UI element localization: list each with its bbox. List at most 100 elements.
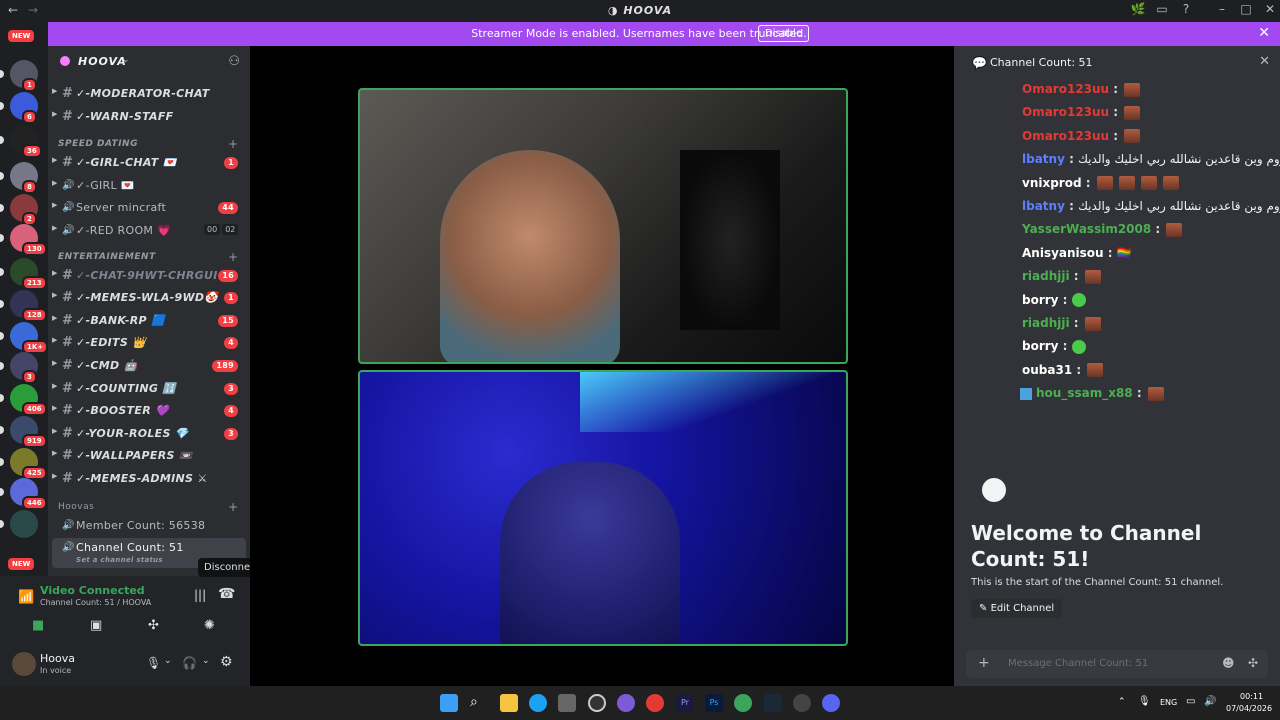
edge-icon[interactable] (529, 694, 547, 712)
chat-message[interactable]: lbatny : اجبدني لروم وين قاعدين نشالله ر… (1022, 199, 1280, 213)
photoshop-icon[interactable]: Ps (705, 694, 723, 712)
channel-item[interactable]: ▶ # ✓-EDITS 👑 4 (52, 333, 246, 353)
channel-item[interactable]: ▶ # ✓-MODERATOR-CHAT (52, 84, 246, 104)
chat-username[interactable]: lbatny (1022, 199, 1065, 213)
app-icon[interactable] (734, 694, 752, 712)
channel-item[interactable]: ▶ # ✓-MEMES-ADMINS ⚔ (52, 469, 246, 489)
chat-username[interactable]: vnixprod (1022, 176, 1082, 190)
channel-item[interactable]: ▶ 🔊 Server mincraft 44 (52, 198, 246, 218)
noise-icon[interactable]: ||| (194, 588, 206, 602)
chat-username[interactable]: hou_ssam_x88 (1036, 386, 1133, 400)
file-explorer-icon[interactable] (500, 694, 518, 712)
activities-icon[interactable]: ✣ (148, 618, 159, 633)
category-speed-dating[interactable]: SPEED DATING (58, 139, 138, 149)
chat-username[interactable]: riadhjji (1022, 269, 1070, 283)
chat-username[interactable]: lbatny (1022, 152, 1065, 166)
chat-username[interactable]: borry (1022, 293, 1059, 307)
video-tile[interactable] (358, 370, 848, 646)
plus-icon[interactable]: + (978, 655, 990, 671)
disable-button[interactable]: Disable (758, 25, 810, 42)
chrome-icon[interactable] (646, 694, 664, 712)
chat-username[interactable]: ouba31 (1022, 363, 1072, 377)
chevron-up-icon[interactable]: ⌃ (1118, 697, 1126, 707)
channel-item[interactable]: ▶ # ✓-COUNTING 🔢 3 (52, 379, 246, 399)
channel-item[interactable]: ▶ # ✓-BANK-RP 🟦 15 (52, 311, 246, 331)
chat-message[interactable]: lbatny : اجبدني لروم وين قاعدين نشالله ر… (1022, 152, 1280, 166)
chat-message[interactable]: Anisyanisou : 🏳️‍🌈 (1022, 246, 1132, 260)
chat-message[interactable]: YasserWassim2008 : (1022, 222, 1183, 237)
chat-message[interactable]: ouba31 : (1022, 363, 1104, 378)
discord-icon[interactable] (822, 694, 840, 712)
app-icon[interactable] (617, 694, 635, 712)
chat-username[interactable]: Omaro123uu (1022, 82, 1109, 96)
chat-message[interactable]: vnixprod : (1022, 176, 1179, 191)
video-tile[interactable] (358, 88, 848, 364)
microphone-icon[interactable]: 🎙 (146, 656, 161, 670)
inbox-icon[interactable]: ▭ (1152, 2, 1172, 16)
chat-username[interactable]: YasserWassim2008 (1022, 222, 1151, 236)
avatar[interactable] (12, 652, 36, 676)
new-badge[interactable]: NEW (6, 28, 37, 44)
network-icon[interactable]: ▭ (1186, 696, 1195, 707)
chat-username[interactable]: Anisyanisou (1022, 246, 1104, 260)
clock-time[interactable]: 00:11 (1240, 692, 1263, 701)
chevron-down-icon[interactable]: ⌄ (164, 656, 172, 666)
apps-icon[interactable]: ✣ (1248, 656, 1258, 670)
channel-item[interactable]: ▶ # ✓-WALLPAPERS 📼 (52, 446, 246, 466)
plus-icon[interactable]: + (228, 137, 238, 151)
channel-status[interactable]: Set a channel status (76, 556, 163, 564)
message-input[interactable]: + Message Channel Count: 51 ☻ ✣ (966, 650, 1268, 678)
steam-icon[interactable] (764, 694, 782, 712)
soundboard-icon[interactable]: ✺ (204, 618, 215, 633)
windows-start-icon[interactable] (440, 694, 458, 712)
media-player-icon[interactable] (793, 694, 811, 712)
chevron-down-icon[interactable]: ⌄ (122, 55, 130, 65)
channel-item[interactable]: ▶ # ✓-MEMES-WLA-9WD🤡 1 (52, 288, 246, 308)
close-window-button[interactable]: ✕ (1260, 2, 1280, 16)
chat-message[interactable]: Omaro123uu : (1022, 105, 1141, 120)
channel-item[interactable]: ▶ # ✓-CHAT-9HWT-CHRGUI 16 (52, 266, 246, 286)
channel-item[interactable]: ▶ # ✓-YOUR-ROLES 💎 3 (52, 424, 246, 444)
clock-date[interactable]: 07/04/2026 (1226, 704, 1272, 713)
app-icon[interactable] (588, 694, 606, 712)
minimize-button[interactable]: – (1212, 2, 1232, 16)
gear-icon[interactable]: ⚙ (220, 654, 233, 670)
channel-item[interactable]: ▶ # ✓-GIRL-CHAT 💌 1 (52, 153, 246, 173)
camera-icon[interactable]: ■ (32, 618, 44, 633)
microphone-icon[interactable]: 🎙 (1138, 696, 1151, 707)
chat-message[interactable]: riadhjji : (1022, 269, 1101, 284)
voice-status[interactable]: Video Connected (40, 584, 145, 597)
chat-username[interactable]: Omaro123uu (1022, 105, 1109, 119)
screen-share-icon[interactable]: ▣ (90, 618, 102, 633)
maximize-button[interactable]: □ (1236, 2, 1256, 16)
chat-message[interactable]: borry : (1022, 339, 1086, 354)
premiere-icon[interactable]: Pr (676, 694, 694, 712)
member-count-channel[interactable]: 🔊 Member Count: 56538 (52, 516, 246, 536)
add-member-icon[interactable]: ⚇ (228, 54, 240, 69)
emoji-icon[interactable]: ☻ (1222, 656, 1235, 670)
edit-channel-button[interactable]: ✎ Edit Channel (971, 599, 1063, 618)
close-icon[interactable]: ✕ (1258, 25, 1270, 41)
category-hoovas[interactable]: Hoovas (58, 502, 94, 512)
chat-username[interactable]: Omaro123uu (1022, 129, 1109, 143)
server-name[interactable]: HOOVA (78, 55, 127, 68)
voice-sub[interactable]: Channel Count: 51 / HOOVA (40, 598, 151, 607)
channel-item[interactable]: ▶ # ✓-BOOSTER 💜 4 (52, 401, 246, 421)
chat-message[interactable]: borry : (1022, 293, 1086, 308)
user-name[interactable]: Hoova (40, 652, 75, 665)
close-icon[interactable]: ✕ (1259, 54, 1270, 69)
channel-item[interactable]: ▶ # ✓-WARN-STAFF (52, 107, 246, 127)
server-icon[interactable] (10, 510, 38, 538)
new-badge[interactable]: NEW (6, 556, 37, 572)
plus-icon[interactable]: + (228, 250, 238, 264)
help-icon[interactable]: ? (1176, 2, 1196, 16)
headphones-icon[interactable]: 🎧 (182, 656, 197, 670)
language-indicator[interactable]: ENG (1160, 698, 1177, 707)
store-icon[interactable] (558, 694, 576, 712)
chat-message[interactable]: Omaro123uu : (1022, 129, 1141, 144)
channel-item[interactable]: ▶ # ✓-CMD 🤖 189 (52, 356, 246, 376)
plus-icon[interactable]: + (228, 500, 238, 514)
volume-icon[interactable]: 🔊 (1204, 696, 1216, 707)
chat-message[interactable]: Omaro123uu : (1022, 82, 1141, 97)
disconnect-icon[interactable]: ☎ (218, 586, 235, 602)
